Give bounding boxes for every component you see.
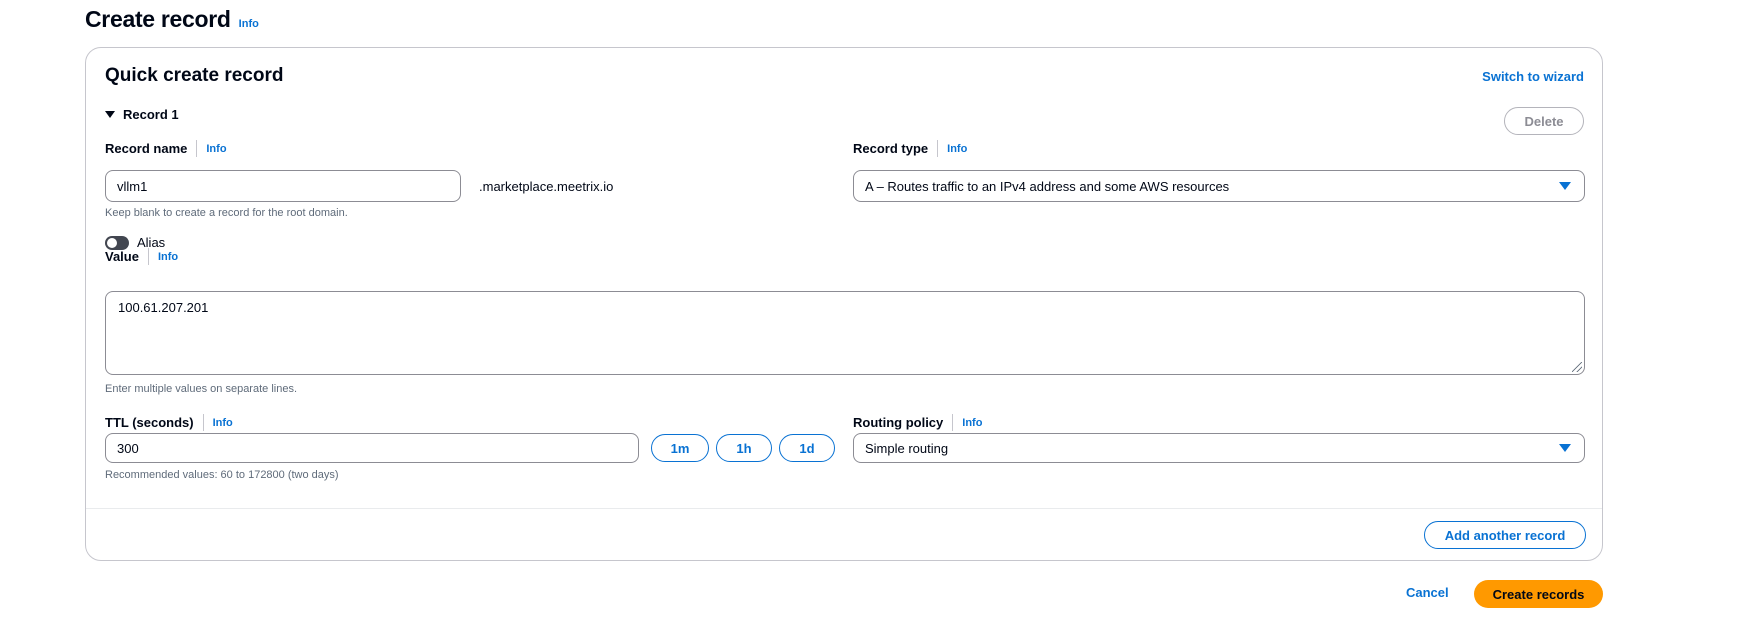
record-type-label-row: Record type Info: [853, 140, 967, 157]
ttl-input[interactable]: 300: [105, 433, 639, 463]
record-name-info-link[interactable]: Info: [206, 143, 226, 155]
ttl-hint: Recommended values: 60 to 172800 (two da…: [105, 469, 339, 481]
label-separator: [202, 414, 204, 431]
routing-policy-selected: Simple routing: [865, 440, 949, 456]
ttl-1m-button[interactable]: 1m: [651, 434, 709, 462]
create-record-page: Create record Info Quick create record S…: [0, 0, 1753, 617]
add-another-record-button[interactable]: Add another record: [1424, 521, 1586, 549]
routing-policy-label: Routing policy: [853, 415, 944, 430]
record-name-input[interactable]: vllm1: [105, 170, 461, 202]
ttl-1h-button[interactable]: 1h: [716, 434, 772, 462]
routing-policy-label-row: Routing policy Info: [853, 414, 982, 431]
resize-handle-icon[interactable]: [1572, 362, 1582, 372]
chevron-down-icon: [1559, 182, 1571, 190]
caret-down-icon: [105, 111, 115, 118]
page-info-link[interactable]: Info: [239, 18, 259, 30]
chevron-down-icon: [1559, 444, 1571, 452]
label-separator: [937, 140, 939, 157]
quick-create-panel: Quick create record Switch to wizard Rec…: [85, 47, 1603, 561]
record-name-hint: Keep blank to create a record for the ro…: [105, 207, 348, 219]
switch-to-wizard-link[interactable]: Switch to wizard: [1482, 69, 1584, 84]
value-label: Value: [105, 249, 139, 264]
create-records-button[interactable]: Create records: [1474, 580, 1603, 608]
routing-policy-select[interactable]: Simple routing: [853, 433, 1585, 463]
record-type-selected: A – Routes traffic to an IPv4 address an…: [865, 178, 1230, 194]
record-type-info-link[interactable]: Info: [947, 143, 967, 155]
ttl-1d-button[interactable]: 1d: [779, 434, 835, 462]
value-hint: Enter multiple values on separate lines.: [105, 383, 297, 395]
cancel-button[interactable]: Cancel: [1406, 585, 1449, 600]
value-label-row: Value Info: [105, 248, 178, 265]
routing-policy-info-link[interactable]: Info: [962, 417, 982, 429]
page-title: Create record: [85, 6, 231, 32]
ttl-label: TTL (seconds): [105, 415, 194, 430]
record-1-expander[interactable]: Record 1: [105, 107, 179, 122]
record-1-label: Record 1: [123, 107, 179, 122]
label-separator: [147, 248, 149, 265]
domain-suffix: .marketplace.meetrix.io: [479, 179, 614, 194]
delete-record-button[interactable]: Delete: [1504, 107, 1584, 135]
label-separator: [196, 140, 198, 157]
record-type-label: Record type: [853, 141, 929, 156]
record-name-label-row: Record name Info: [105, 140, 227, 157]
label-separator: [952, 414, 954, 431]
record-type-select[interactable]: A – Routes traffic to an IPv4 address an…: [853, 170, 1585, 202]
toggle-knob: [107, 237, 117, 248]
ttl-label-row: TTL (seconds) Info: [105, 414, 233, 431]
value-info-link[interactable]: Info: [158, 251, 178, 263]
panel-title: Quick create record: [105, 65, 284, 86]
ttl-info-link[interactable]: Info: [213, 417, 233, 429]
value-textarea[interactable]: 100.61.207.201: [105, 291, 1585, 375]
page-header: Create record Info: [85, 6, 259, 33]
record-name-label: Record name: [105, 141, 188, 156]
value-text: 100.61.207.201: [118, 300, 209, 315]
panel-divider: [86, 508, 1602, 509]
